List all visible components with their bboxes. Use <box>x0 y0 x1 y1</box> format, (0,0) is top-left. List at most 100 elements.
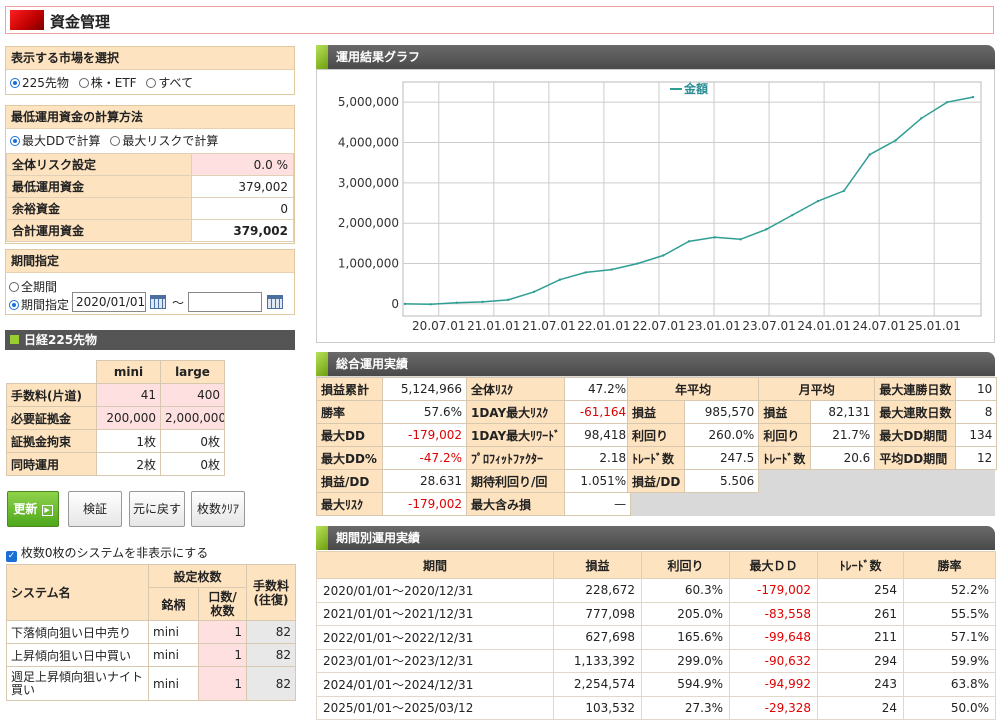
min-capital-value: 379,002 <box>191 175 294 198</box>
radio-icon[interactable] <box>78 78 89 88</box>
summary-label: 最大含み損 <box>465 492 566 516</box>
calendar-icon[interactable] <box>150 295 166 309</box>
data-point <box>842 189 846 193</box>
table-row: 必要証拠金 200,000 2,000,000 <box>6 406 225 430</box>
calc-option-max-dd[interactable]: 最大DDで計算 <box>10 134 100 148</box>
data-point <box>661 254 665 257</box>
capital-table: 全体リスク設定 0.0 % 最低運用資金 379,002 余裕資金 0 合計運用資金 3… <box>6 153 294 242</box>
summary-value: -179,002 <box>382 423 467 447</box>
system-name[interactable]: 下落傾向狙い日中売り <box>6 620 149 644</box>
period-cell: 2020/01/01～2020/12/31 <box>316 578 554 603</box>
x-tick-label: 21.01.01 <box>467 319 520 333</box>
x-tick-label: 20.07.01 <box>412 319 465 333</box>
end-date-input[interactable] <box>188 292 262 312</box>
col-header: 利回り <box>641 551 730 579</box>
radio-icon[interactable] <box>110 136 121 146</box>
system-lots-input[interactable]: 1 <box>197 643 248 667</box>
undo-button[interactable]: 元に戻す <box>129 491 185 527</box>
market-option-all[interactable]: すべて <box>146 76 193 90</box>
table-row: 最低運用資金 379,002 <box>6 175 294 198</box>
market-select-heading: 表示する市場を選択 <box>6 47 294 70</box>
graph-heading-bar: 運用結果グラフ <box>316 45 995 69</box>
table-row: 2020/01/01～2020/12/31 228,672 60.3% -179,00… <box>316 578 996 603</box>
spare-capital-value[interactable]: 0 <box>191 197 294 220</box>
system-name[interactable]: 週足上昇傾向狙いナイト買い <box>6 666 149 701</box>
cell-value: 1枚 <box>96 429 161 453</box>
data-point <box>610 268 613 271</box>
return-cell: 205.0% <box>641 601 730 626</box>
table-row: 損益累計 5,124,966 全体ﾘｽｸ 47.2% <box>316 377 632 401</box>
table-row: 損益/DD 5.506 <box>626 469 997 493</box>
row-label: 同時運用 <box>6 452 97 476</box>
data-point <box>455 301 458 304</box>
graph-heading: 運用結果グラフ <box>336 50 421 64</box>
summary-value: 98,418 <box>564 423 632 447</box>
clear-lots-button[interactable]: 枚数ｸﾘｱ <box>191 491 245 527</box>
summary-label: 損益 <box>758 400 812 424</box>
table-row: 上昇傾向狙い日中買い mini 1 82 <box>6 643 297 667</box>
pl-cell: 2,254,574 <box>553 672 642 697</box>
system-name[interactable]: 上昇傾向狙い日中買い <box>6 643 149 667</box>
period-cell: 2021/01/01～2021/12/31 <box>316 601 554 626</box>
total-capital-label: 合計運用資金 <box>6 219 192 242</box>
market-option-stock[interactable]: 株・ETF <box>78 76 137 90</box>
system-fee: 82 <box>246 643 297 667</box>
summary-label: 全体ﾘｽｸ <box>465 377 566 401</box>
fee-mini-input[interactable]: 41 <box>96 383 161 407</box>
y-tick-label: 3,000,000 <box>338 176 399 190</box>
summary-value: 985,570 <box>684 400 760 424</box>
data-point <box>971 95 975 99</box>
summary-value: 28.631 <box>382 469 467 493</box>
summary-value: 5,124,966 <box>382 377 467 401</box>
system-lots-input[interactable]: 1 <box>197 620 248 644</box>
year-avg-heading: 年平均 <box>626 377 760 401</box>
checkbox-checked-icon[interactable]: ✓ <box>6 551 17 562</box>
table-row: 下落傾向狙い日中売り mini 1 82 <box>6 620 297 644</box>
period-range-option[interactable]: 期間指定 <box>9 296 69 313</box>
data-point <box>816 199 820 203</box>
start-date-input[interactable]: 2020/01/01 <box>72 292 146 312</box>
market-option-225[interactable]: 225先物 <box>10 76 69 90</box>
system-lots-input[interactable]: 1 <box>197 666 248 701</box>
periodic-heading-bar: 期間別運用実績 <box>316 526 995 550</box>
y-tick-label: 5,000,000 <box>338 95 399 109</box>
x-tick-label: 22.01.01 <box>577 319 630 333</box>
margin-mini-input[interactable]: 200,000 <box>96 406 161 430</box>
summary-label: 平均DD期間 <box>874 446 957 470</box>
table-row: 同時運用 2枚 0枚 <box>6 452 225 476</box>
cell-value: 0枚 <box>160 429 225 453</box>
radio-selected-icon[interactable] <box>9 300 19 310</box>
table-row: ﾄﾚｰﾄﾞ数 247.5 ﾄﾚｰﾄﾞ数 20.6 平均DD期間 12 <box>626 446 998 470</box>
margin-large-input[interactable]: 2,000,000 <box>160 406 225 430</box>
calc-option-max-risk[interactable]: 最大リスクで計算 <box>110 134 218 148</box>
col-header: 期間 <box>316 551 554 579</box>
data-point <box>507 298 510 302</box>
system-fee: 82 <box>246 666 297 701</box>
table-row: 最大ﾘｽｸ -179,002 最大含み損 — <box>316 492 632 516</box>
verify-button[interactable]: 検証 <box>68 491 122 527</box>
summary-value: 2.18 <box>564 446 632 470</box>
hide-zero-checkbox-row[interactable]: ✓ 枚数0枚のシステムを非表示にする <box>6 544 208 562</box>
risk-setting-input[interactable]: 0.0 % <box>191 153 294 176</box>
data-point <box>429 303 433 306</box>
period-all-option[interactable]: 全期間 <box>9 278 57 295</box>
data-point <box>868 153 871 156</box>
calendar-icon[interactable] <box>267 295 283 309</box>
col-mini: mini <box>96 360 161 384</box>
summary-heading: 総合運用実績 <box>336 357 409 371</box>
period-cell: 2022/01/01～2022/12/31 <box>316 625 554 650</box>
update-button[interactable]: 更新 ▶ <box>7 491 59 527</box>
summary-value: -47.2% <box>382 446 467 470</box>
radio-icon[interactable] <box>146 78 157 88</box>
radio-icon[interactable] <box>9 282 19 292</box>
row-label: 証拠金拘束 <box>6 429 97 453</box>
col-brand: 銘柄 <box>148 587 199 621</box>
radio-selected-icon[interactable] <box>10 78 20 88</box>
radio-selected-icon[interactable] <box>10 136 20 146</box>
summary-label: 損益累計 <box>316 377 383 401</box>
result-line-chart: 0 1,000,000 2,000,000 3,000,000 4,000,000 5,0… <box>338 81 982 333</box>
table-row: 合計運用資金 379,002 <box>6 219 294 242</box>
fee-large-input[interactable]: 400 <box>160 383 225 407</box>
nikkei-heading: 日経225先物 <box>24 333 98 347</box>
summary-label: 最大連敗日数 <box>874 400 957 424</box>
